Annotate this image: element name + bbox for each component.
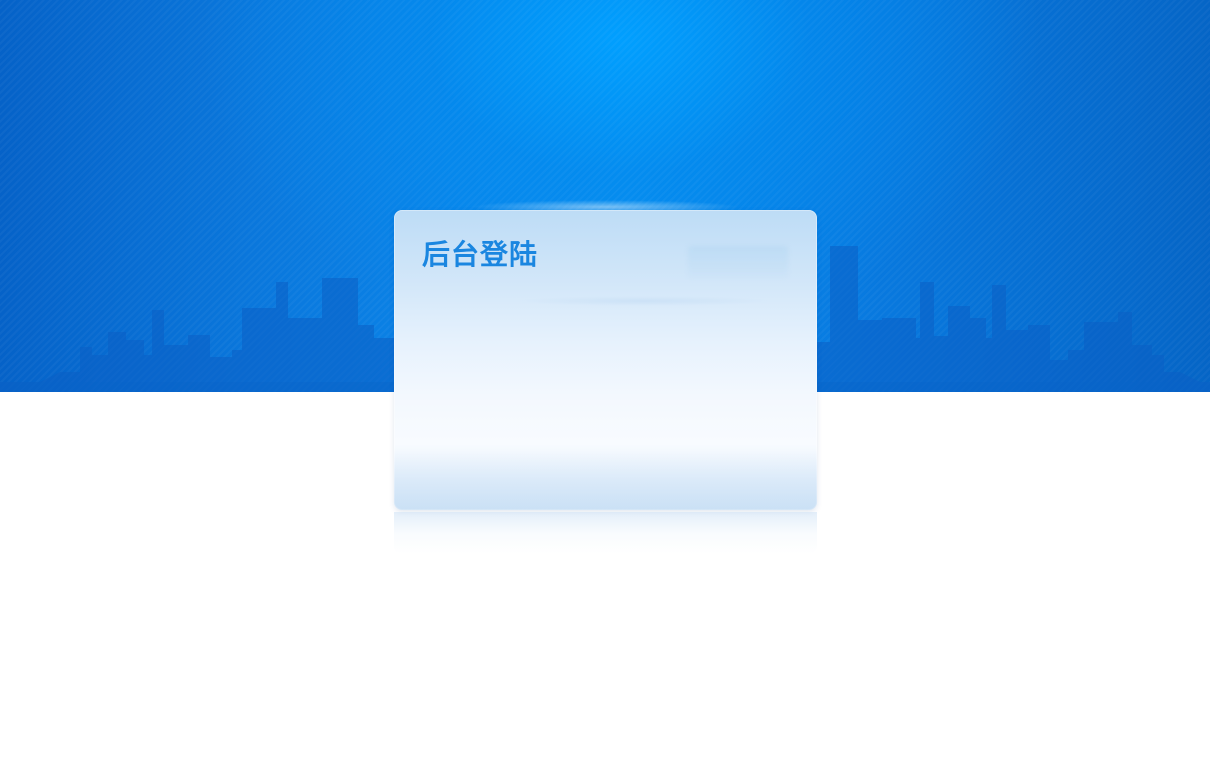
panel-divider-glow <box>514 296 774 306</box>
login-title: 后台登陆 <box>422 238 539 271</box>
login-page: 后台登陆 <box>0 0 1210 768</box>
login-panel: 后台登陆 <box>394 210 817 510</box>
panel-reflection <box>394 512 817 554</box>
panel-highlight <box>688 246 788 278</box>
